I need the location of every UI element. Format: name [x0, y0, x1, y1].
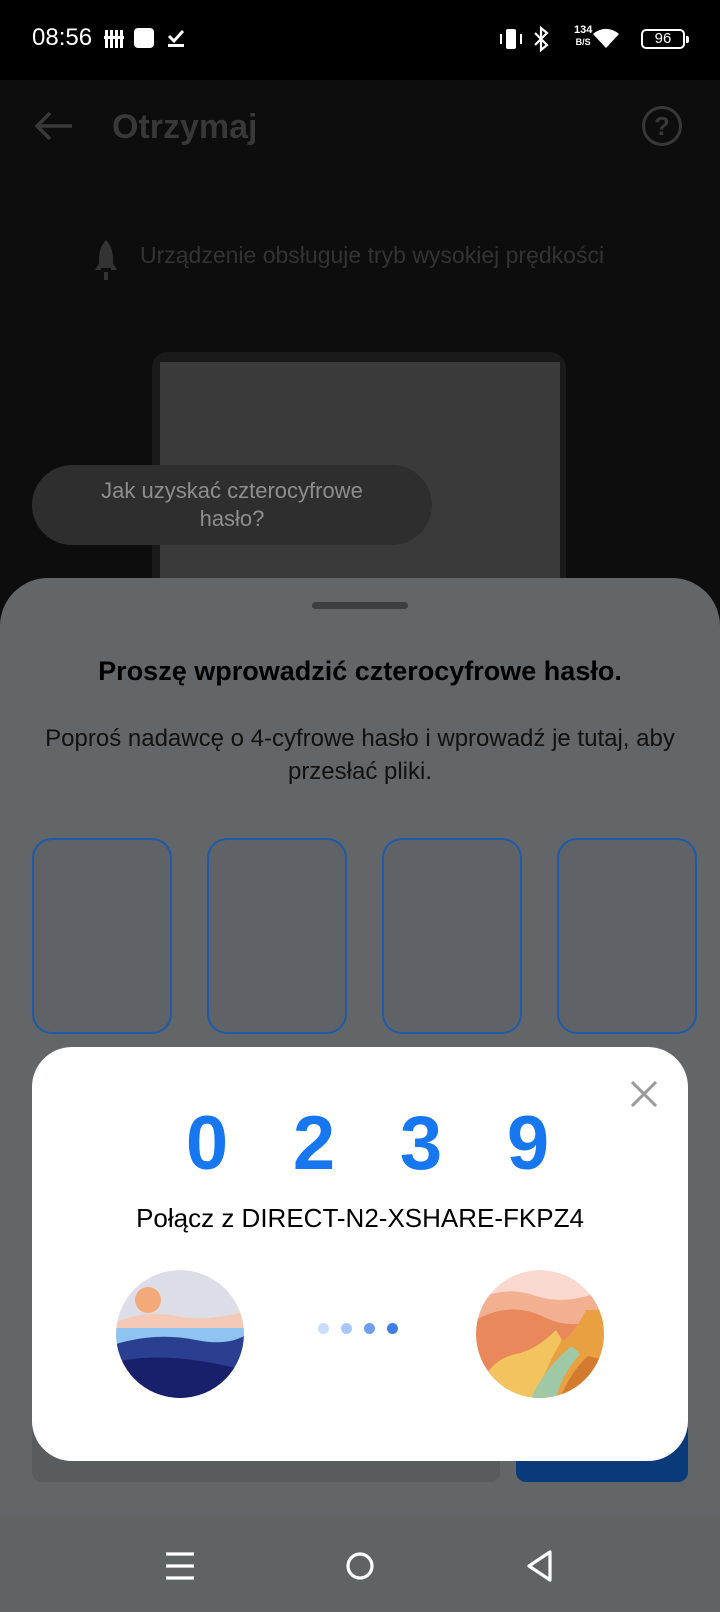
menu-icon[interactable]	[160, 1546, 200, 1586]
progress-dot-2	[341, 1323, 352, 1334]
code-digit-2: 2	[292, 1101, 336, 1186]
checkmark-notification-icon	[167, 29, 185, 47]
progress-dot-1	[318, 1323, 329, 1334]
battery-indicator: 96	[641, 29, 689, 49]
arrow-left-icon[interactable]	[34, 110, 74, 142]
code-digit-1: 0	[185, 1101, 229, 1186]
back-triangle-icon[interactable]	[520, 1546, 560, 1586]
how-to-get-password-button[interactable]: Jak uzyskać czterocyfrowe hasło?	[32, 465, 432, 545]
code-digit-3: 3	[399, 1101, 443, 1186]
receiver-avatar	[476, 1270, 604, 1398]
sheet-title: Proszę wprowadzić czterocyfrowe hasło.	[98, 656, 622, 686]
question-circle-icon[interactable]: ?	[642, 106, 682, 146]
app-notification-icon	[134, 28, 154, 48]
sheet-drag-handle[interactable]	[312, 602, 408, 609]
code-digit-4: 9	[506, 1101, 550, 1186]
connection-dialog	[32, 1047, 688, 1461]
sender-avatar	[116, 1270, 244, 1398]
progress-dot-3	[364, 1323, 375, 1334]
network-speed: 134 B/S	[574, 24, 593, 47]
password-digit-field-2[interactable]	[207, 838, 347, 1034]
password-digit-field-3[interactable]	[382, 838, 522, 1034]
sheet-description: Poproś nadawcę o 4-cyfrowe hasło i wprow…	[45, 725, 675, 785]
password-digit-field-4[interactable]	[557, 838, 697, 1034]
progress-dot-4	[387, 1323, 398, 1334]
bluetooth-icon	[534, 26, 549, 52]
rocket-icon	[95, 240, 117, 280]
home-icon[interactable]	[340, 1546, 380, 1586]
status-time: 08:56	[32, 24, 93, 51]
close-icon[interactable]	[624, 1074, 664, 1114]
signal-bars-notification-icon	[104, 30, 124, 48]
connect-to-device-text: Połącz z DIRECT-N2-XSHARE-FKPZ4	[136, 1203, 584, 1233]
password-digit-field-1[interactable]	[32, 838, 172, 1034]
wifi-icon	[593, 28, 619, 48]
page-title: Otrzymaj	[112, 108, 258, 146]
high-speed-notice: Urządzenie obsługuje tryb wysokiej prędk…	[140, 242, 605, 268]
vibrate-icon	[500, 29, 522, 49]
